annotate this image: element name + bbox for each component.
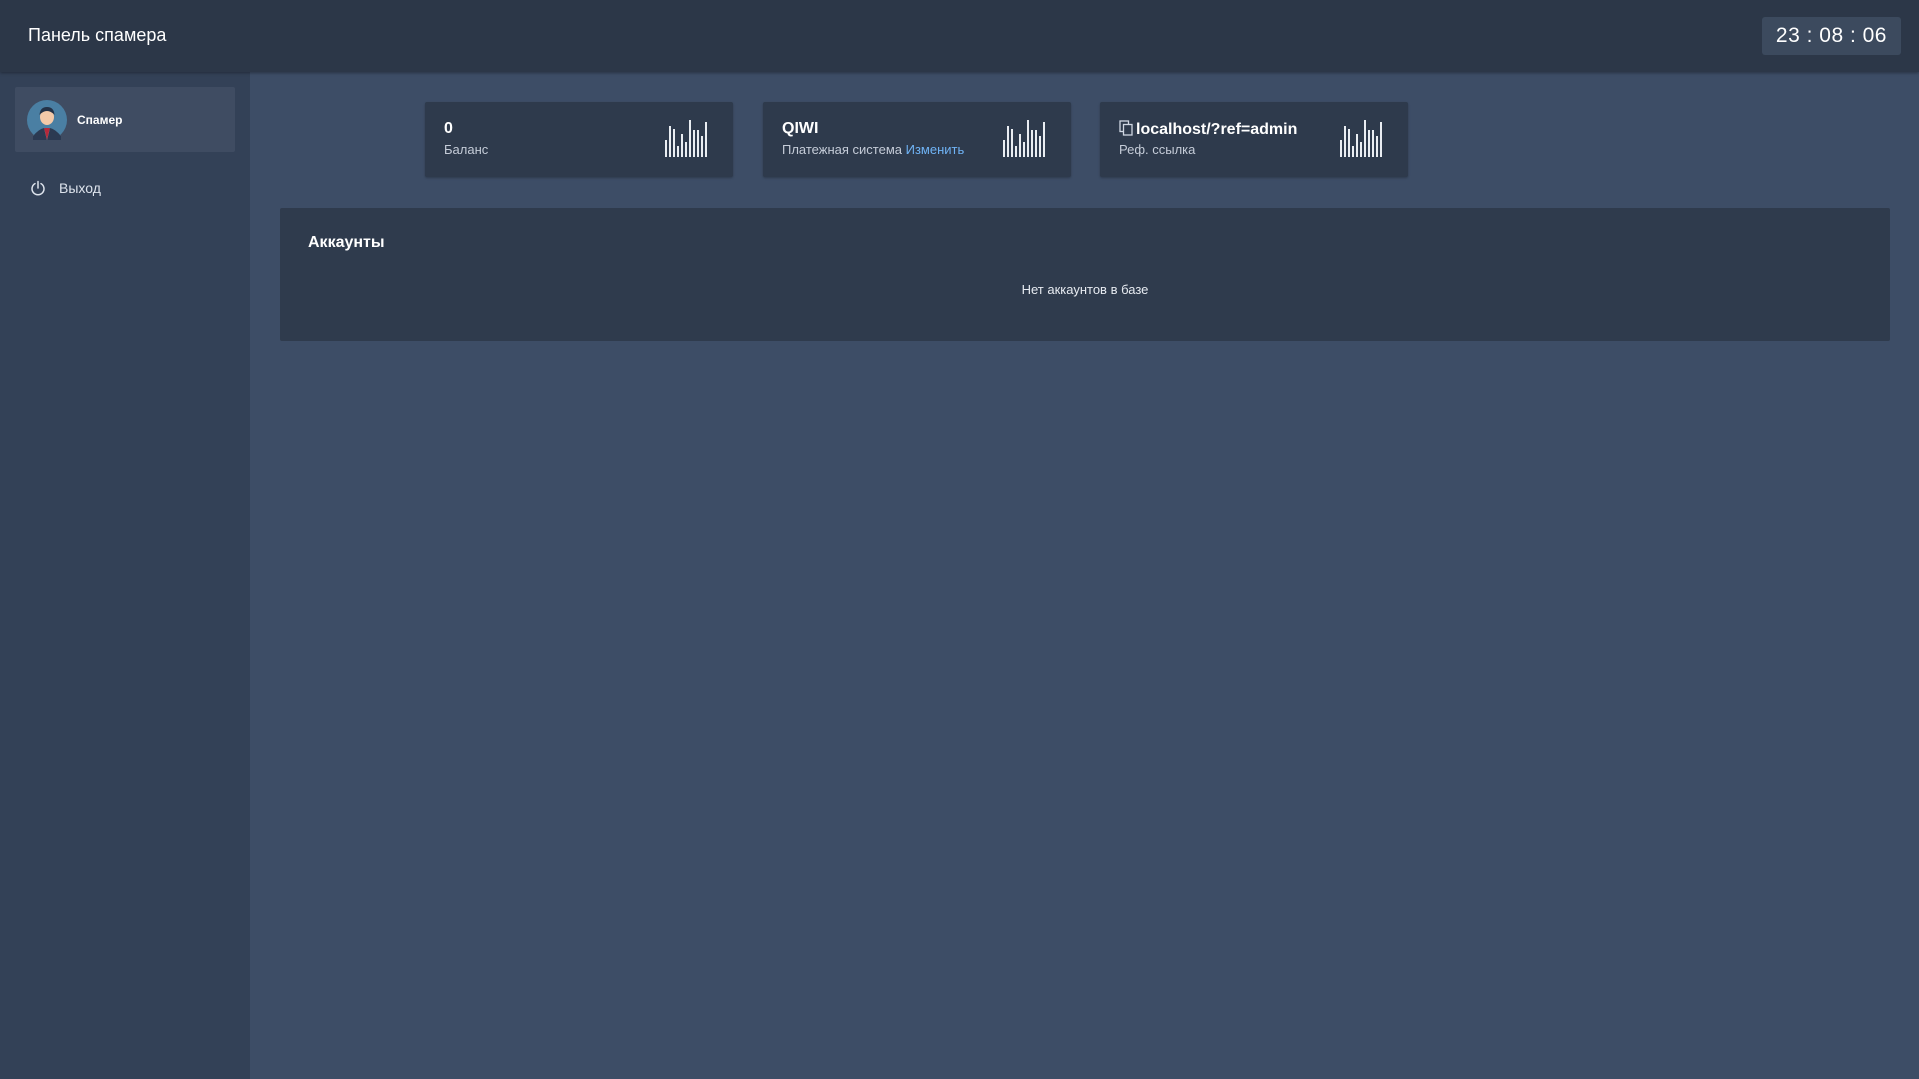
top-bar: Панель спамера 23 : 08 : 06 xyxy=(0,0,1919,72)
payment-system-label: Платежная система xyxy=(782,142,902,157)
app-title: Панель спамера xyxy=(28,25,167,45)
bar-chart-icon xyxy=(665,120,707,157)
referral-link-label: Реф. ссылка xyxy=(1119,142,1196,157)
bar-chart-icon xyxy=(1003,120,1045,157)
accounts-title: Аккаунты xyxy=(308,234,385,251)
referral-link-card: localhost/?ref=admin Реф. ссылка xyxy=(1100,102,1408,177)
copy-icon[interactable] xyxy=(1119,120,1133,136)
sidebar: Спамер Выход xyxy=(0,72,250,1079)
balance-value: 0 xyxy=(444,120,453,137)
payment-system-label-row: Платежная система Изменить xyxy=(782,142,964,157)
clock: 23 : 08 : 06 xyxy=(1761,17,1901,55)
user-avatar-icon xyxy=(27,100,67,140)
balance-card: 0 Баланс xyxy=(425,102,733,177)
referral-link-value[interactable]: localhost/?ref=admin xyxy=(1136,121,1297,138)
logout-label: Выход xyxy=(59,180,101,196)
referral-link-row: localhost/?ref=admin xyxy=(1119,120,1297,139)
power-icon xyxy=(31,180,45,196)
user-profile-card[interactable]: Спамер xyxy=(15,87,235,152)
payment-system-card: QIWI Платежная система Изменить xyxy=(763,102,1071,177)
accounts-empty-message: Нет аккаунтов в базе xyxy=(1021,282,1149,297)
balance-label: Баланс xyxy=(444,142,489,157)
accounts-panel: Аккаунты Нет аккаунтов в базе xyxy=(280,208,1890,341)
change-payment-link[interactable]: Изменить xyxy=(906,142,965,157)
logout-link[interactable]: Выход xyxy=(30,178,101,198)
payment-system-value: QIWI xyxy=(782,120,819,137)
user-name: Спамер xyxy=(77,113,123,127)
bar-chart-icon xyxy=(1340,120,1382,157)
